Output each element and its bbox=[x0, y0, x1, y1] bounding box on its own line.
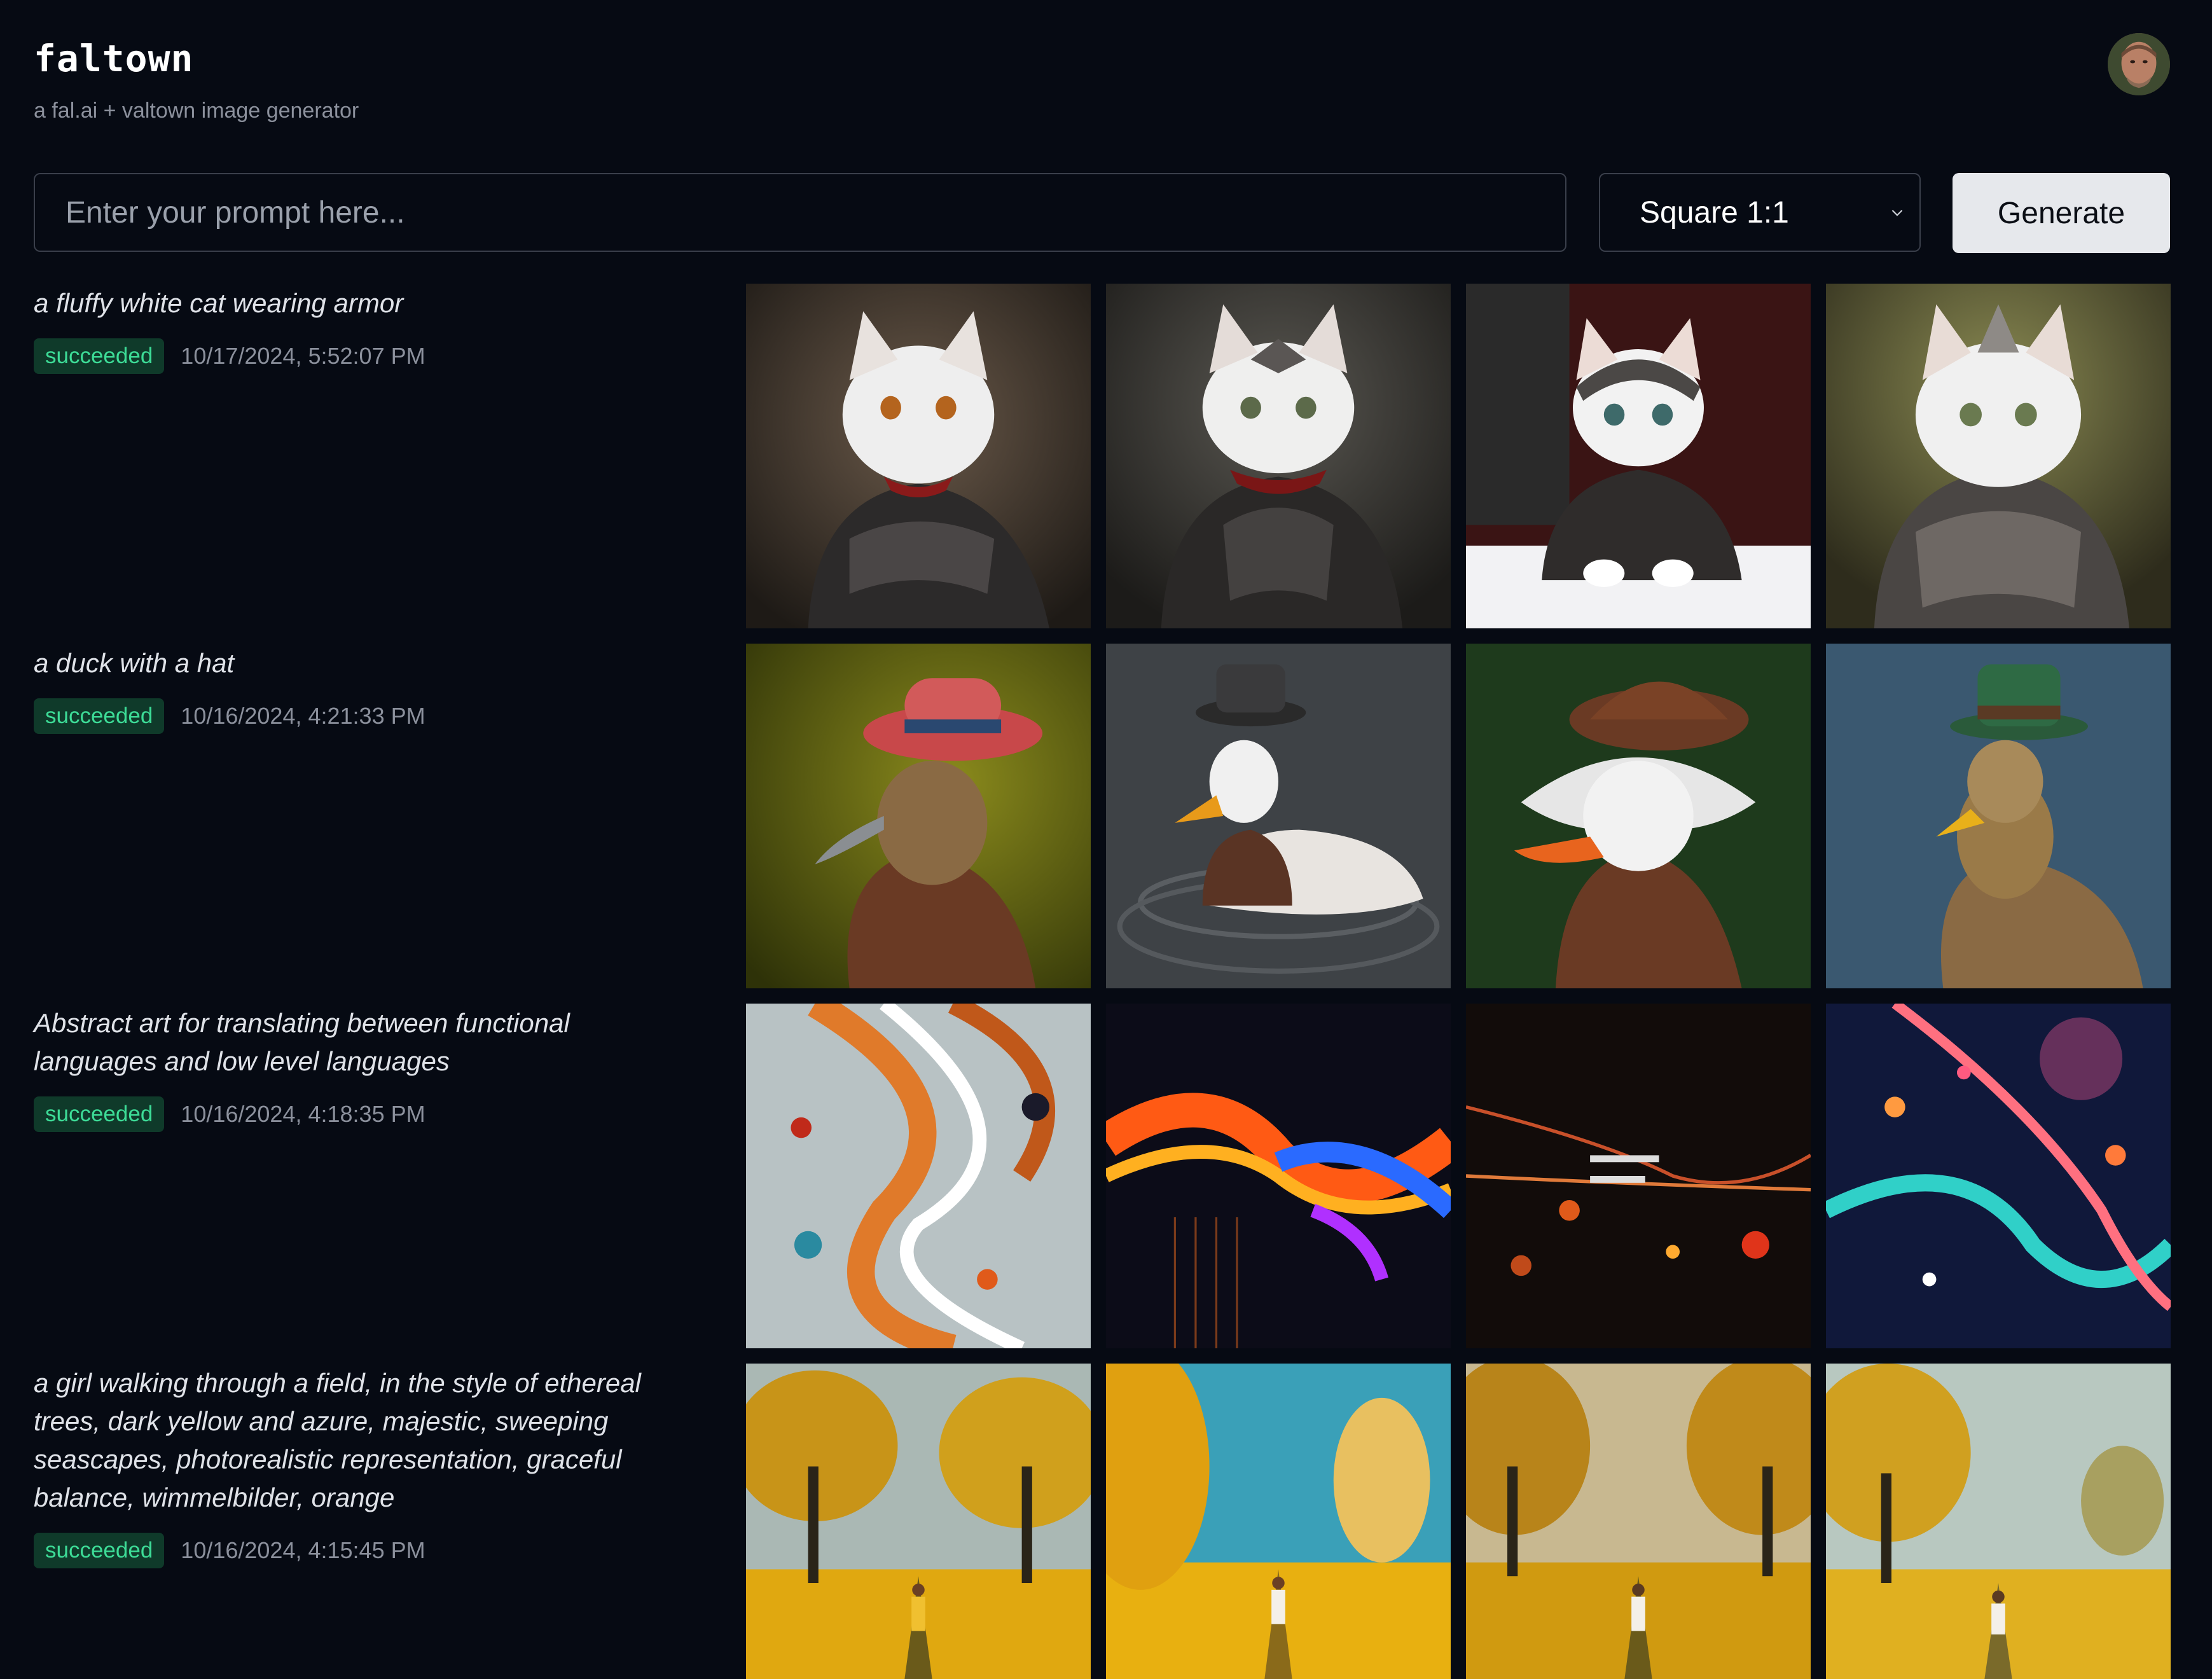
generated-image[interactable] bbox=[746, 284, 1091, 628]
job-prompt: a fluffy white cat wearing armor bbox=[34, 288, 404, 318]
job-prompt: a duck with a hat bbox=[34, 648, 235, 678]
app-subtitle: a fal.ai + valtown image generator bbox=[34, 99, 359, 123]
generated-image[interactable] bbox=[1826, 1364, 2171, 1679]
timestamp: 10/16/2024, 4:21:33 PM bbox=[181, 703, 425, 729]
status-badge: succeeded bbox=[34, 1533, 165, 1568]
status-badge: succeeded bbox=[34, 338, 165, 374]
generated-image[interactable] bbox=[1106, 644, 1451, 988]
generated-image[interactable] bbox=[1106, 1004, 1451, 1348]
generated-image[interactable] bbox=[746, 1364, 1091, 1679]
generate-button[interactable]: Generate bbox=[1953, 173, 2170, 253]
timestamp: 10/16/2024, 4:18:35 PM bbox=[181, 1101, 425, 1127]
generated-image[interactable] bbox=[746, 644, 1091, 988]
status-badge: succeeded bbox=[34, 1096, 165, 1132]
generated-image[interactable] bbox=[1826, 644, 2171, 988]
generated-image[interactable] bbox=[1106, 284, 1451, 628]
prompt-input[interactable] bbox=[34, 173, 1566, 252]
generated-image[interactable] bbox=[1826, 284, 2171, 628]
generated-image[interactable] bbox=[1106, 1364, 1451, 1679]
generated-image[interactable] bbox=[746, 1004, 1091, 1348]
status-badge: succeeded bbox=[34, 698, 165, 734]
job-prompt: a girl walking through a field, in the s… bbox=[34, 1368, 641, 1512]
generated-image[interactable] bbox=[1466, 1004, 1811, 1348]
timestamp: 10/16/2024, 4:15:45 PM bbox=[181, 1537, 425, 1563]
timestamp: 10/17/2024, 5:52:07 PM bbox=[181, 343, 425, 369]
app-title: faltown bbox=[34, 37, 194, 80]
job-prompt: Abstract art for translating between fun… bbox=[34, 1008, 570, 1076]
generated-image[interactable] bbox=[1466, 1364, 1811, 1679]
aspect-ratio-select[interactable]: Square 1:1 bbox=[1599, 173, 1921, 252]
avatar[interactable] bbox=[2108, 33, 2170, 95]
generated-image[interactable] bbox=[1826, 1004, 2171, 1348]
generated-image[interactable] bbox=[1466, 284, 1811, 628]
generated-image[interactable] bbox=[1466, 644, 1811, 988]
chevron-down-icon bbox=[1891, 209, 1903, 216]
aspect-ratio-value: Square 1:1 bbox=[1640, 195, 1789, 230]
